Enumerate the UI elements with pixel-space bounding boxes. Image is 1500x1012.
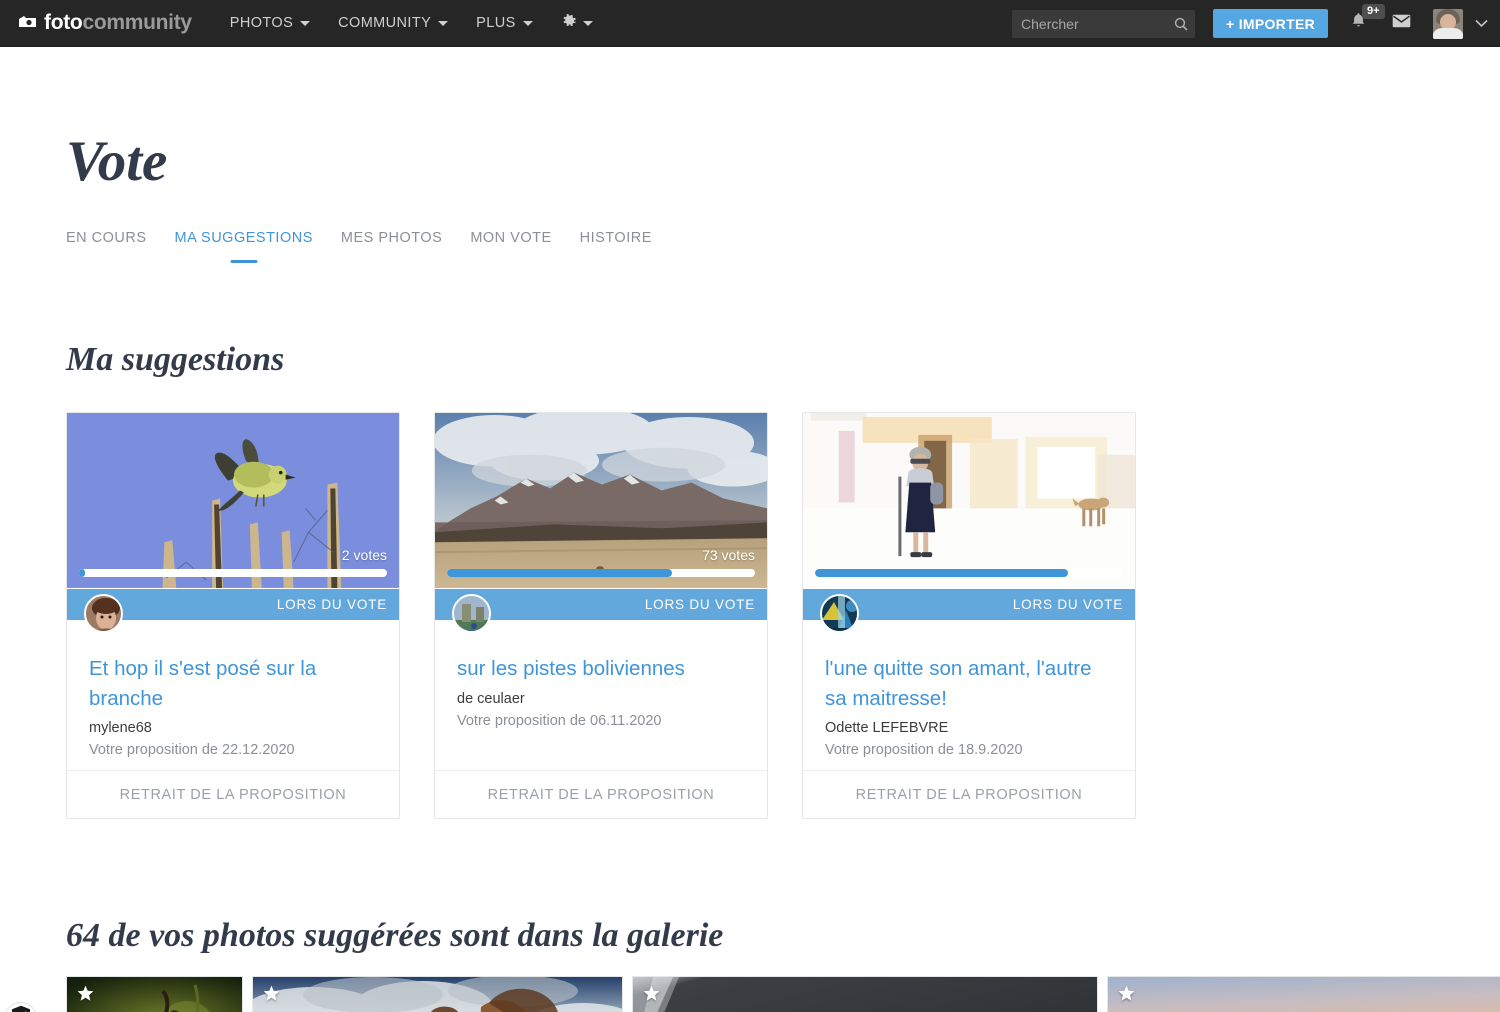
page-title: Vote <box>66 130 168 193</box>
nav-item-community[interactable]: COMMUNITY <box>324 7 462 39</box>
card-photo[interactable]: 2 votes <box>67 413 399 589</box>
card-body: Et hop il s'est posé sur la branche myle… <box>67 620 399 770</box>
star-icon <box>643 985 660 1007</box>
card-status-bar: LORS DU VOTE <box>67 589 399 633</box>
chevron-down-icon <box>300 20 311 26</box>
photographer-avatar[interactable] <box>84 594 123 633</box>
card-date: Votre proposition de 22.12.2020 <box>89 742 295 759</box>
withdraw-proposal-button[interactable]: RETRAIT DE LA PROPOSITION <box>67 770 399 818</box>
gallery-thumb[interactable] <box>66 976 243 1012</box>
gear-icon <box>561 13 577 34</box>
card-title[interactable]: sur les pistes boliviennes <box>457 654 745 684</box>
tab-en-cours[interactable]: EN COURS <box>66 230 161 257</box>
nav-label: PLUS <box>476 15 516 31</box>
card-status-label: LORS DU VOTE <box>1012 597 1123 612</box>
nav-item-photos[interactable]: PHOTOS <box>216 7 324 39</box>
vote-progress-bar <box>79 569 387 577</box>
star-icon <box>77 985 94 1007</box>
card-photo[interactable] <box>803 413 1135 589</box>
gallery-thumb[interactable] <box>1107 976 1500 1012</box>
chevron-down-icon <box>1475 19 1488 28</box>
card-body: sur les pistes boliviennes de ceulaer Vo… <box>435 620 767 770</box>
withdraw-proposal-button[interactable]: RETRAIT DE LA PROPOSITION <box>435 770 767 818</box>
suggestion-card: LORS DU VOTE l'une quitte son amant, l'a… <box>802 412 1136 820</box>
vote-progress-bar <box>447 569 755 577</box>
withdraw-proposal-button[interactable]: RETRAIT DE LA PROPOSITION <box>803 770 1135 818</box>
suggestion-cards: 2 votes LORS DU VOTE Et hop il s'est pos… <box>66 412 1470 820</box>
brand-primary: foto <box>44 11 83 34</box>
chevron-down-icon <box>582 20 593 26</box>
photographer-avatar[interactable] <box>452 594 491 633</box>
top-navigation-bar: fotocommunity PHOTOS COMMUNITY PLUS Cher… <box>0 0 1500 47</box>
shield-check-icon <box>11 1005 31 1012</box>
camera-icon <box>18 11 38 35</box>
search-input[interactable] <box>1021 15 1170 32</box>
vote-progress-fill <box>815 569 1068 577</box>
import-button[interactable]: + IMPORTER <box>1213 9 1328 38</box>
card-status-label: LORS DU VOTE <box>276 597 387 612</box>
thumb-photo <box>253 977 622 1012</box>
card-date: Votre proposition de 06.11.2020 <box>457 712 662 729</box>
avatar-body <box>1433 27 1463 39</box>
vote-progress-fill <box>447 569 672 577</box>
brand-secondary: community <box>82 11 192 34</box>
chevron-down-icon <box>438 20 449 26</box>
thumb-photo <box>633 977 1097 1012</box>
envelope-icon <box>1392 14 1411 33</box>
card-date: Votre proposition de 18.9.2020 <box>825 742 1023 759</box>
tab-mon-vote[interactable]: MON VOTE <box>456 230 565 257</box>
card-body: l'une quitte son amant, l'autre sa maitr… <box>803 620 1135 770</box>
star-icon <box>263 985 280 1007</box>
primary-nav: PHOTOS COMMUNITY PLUS <box>216 5 607 42</box>
photographer-avatar[interactable] <box>820 594 859 633</box>
notifications-button[interactable]: 9+ <box>1350 4 1385 35</box>
nav-right-cluster: + IMPORTER 9+ <box>1012 0 1488 47</box>
nav-label: PHOTOS <box>229 15 294 31</box>
card-author[interactable]: de ceulaer <box>457 691 745 707</box>
search-box[interactable] <box>1012 9 1196 38</box>
gallery-thumb[interactable] <box>632 976 1098 1012</box>
suggestion-card: 2 votes LORS DU VOTE Et hop il s'est pos… <box>66 412 400 820</box>
tab-bar: EN COURS MA SUGGESTIONS MES PHOTOS MON V… <box>66 230 1470 257</box>
chevron-down-icon <box>522 20 533 26</box>
card-title[interactable]: l'une quitte son amant, l'autre sa maitr… <box>825 654 1113 713</box>
card-status-bar: LORS DU VOTE <box>803 589 1135 633</box>
section-title: Ma suggestions <box>66 341 285 378</box>
tab-histoire[interactable]: HISTOIRE <box>566 230 666 257</box>
card-title[interactable]: Et hop il s'est posé sur la branche <box>89 654 377 713</box>
user-menu-button[interactable] <box>1475 19 1488 28</box>
vote-progress-fill <box>79 569 86 577</box>
photo-gallery-woman <box>803 413 1135 588</box>
card-status-bar: LORS DU VOTE <box>435 589 767 633</box>
avatar[interactable] <box>1433 8 1463 39</box>
notification-badge: 9+ <box>1362 4 1385 20</box>
search-icon[interactable] <box>1174 17 1188 31</box>
tab-mes-photos[interactable]: MES PHOTOS <box>327 230 456 257</box>
vote-count: 2 votes <box>341 547 387 563</box>
gallery-strip <box>66 976 1500 1012</box>
nav-label: COMMUNITY <box>338 15 432 31</box>
card-status-label: LORS DU VOTE <box>644 597 755 612</box>
nav-item-settings[interactable] <box>547 5 607 42</box>
gallery-thumb[interactable] <box>252 976 623 1012</box>
gallery-title: 64 de vos photos suggérées sont dans la … <box>66 917 724 955</box>
vote-count: 73 votes <box>702 547 755 563</box>
thumb-photo <box>1108 977 1500 1012</box>
vote-progress-bar <box>815 569 1123 577</box>
card-photo[interactable]: 73 votes <box>435 413 767 589</box>
nav-item-plus[interactable]: PLUS <box>462 7 546 39</box>
tab-ma-suggestions[interactable]: MA SUGGESTIONS <box>161 230 327 257</box>
site-logo[interactable]: fotocommunity <box>18 11 192 35</box>
messages-button[interactable] <box>1392 14 1411 33</box>
card-author[interactable]: Odette LEFEBVRE <box>825 720 1113 736</box>
page-content: Vote EN COURS MA SUGGESTIONS MES PHOTOS … <box>0 133 1500 1012</box>
suggestion-card: 73 votes LORS DU VOTE sur les pistes bol… <box>434 412 768 820</box>
card-author[interactable]: mylene68 <box>89 720 377 736</box>
star-icon <box>1118 985 1135 1007</box>
